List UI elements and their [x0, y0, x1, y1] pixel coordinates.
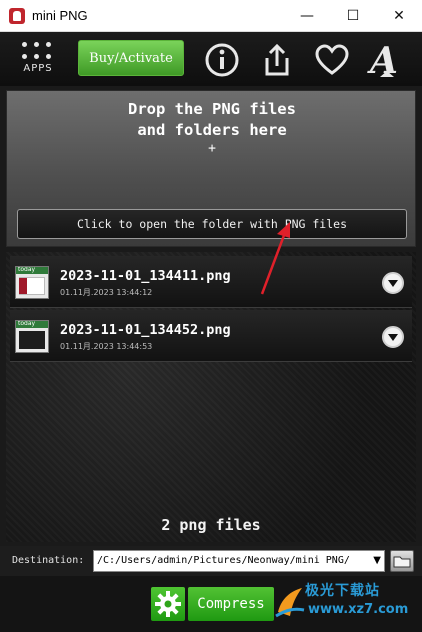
destination-select[interactable]: /C:/Users/admin/Pictures/Neonway/mini PN… [93, 550, 385, 572]
drop-instructions: Drop the PNG files and folders here [7, 99, 417, 141]
file-name: 2023-11-01_134452.png [60, 322, 231, 338]
file-count: 2 png files [161, 516, 261, 534]
window-title: mini PNG [32, 8, 88, 23]
file-thumbnail: today [15, 320, 49, 353]
file-row[interactable]: today 2023-11-01_134452.png 01.11月.2023 … [10, 310, 412, 362]
plus-icon: + [208, 141, 216, 156]
share-icon[interactable] [258, 41, 296, 79]
destination-label: Destination: [12, 555, 85, 566]
maximize-button[interactable]: ☐ [330, 0, 376, 32]
open-folder-button[interactable]: Click to open the folder with PNG files [17, 209, 407, 239]
file-row[interactable]: today 2023-11-01_134411.png 01.11月.2023 … [10, 256, 412, 308]
minimize-button[interactable]: — [284, 0, 330, 32]
watermark-url: www.xz7.com [308, 602, 409, 617]
title-bar: mini PNG — ☐ ✕ [0, 0, 422, 32]
apps-label: APPS [23, 63, 53, 74]
drop-zone[interactable]: Drop the PNG files and folders here + Cl… [6, 90, 416, 247]
apps-button[interactable]: APPS [18, 40, 58, 80]
row-dropdown-icon[interactable] [382, 326, 404, 348]
watermark-title: 极光下载站 [305, 583, 380, 599]
apps-grid-icon [22, 42, 52, 62]
drop-line-1: Drop the PNG files [128, 100, 296, 118]
browse-folder-button[interactable] [390, 550, 414, 572]
file-date: 01.11月.2023 13:44:12 [60, 288, 153, 297]
app-logo-icon [9, 7, 25, 24]
font-icon[interactable]: A [366, 41, 408, 79]
watermark: 极光下载站 www.xz7.com [268, 576, 418, 632]
svg-text:A: A [367, 41, 398, 79]
chevron-down-icon: ▼ [373, 555, 381, 566]
compress-button[interactable]: Compress [188, 587, 274, 621]
heart-icon[interactable] [313, 41, 351, 79]
row-dropdown-icon[interactable] [382, 272, 404, 294]
destination-bar: Destination: /C:/Users/admin/Pictures/Ne… [0, 546, 422, 576]
annotation-arrow [260, 222, 290, 295]
file-name: 2023-11-01_134411.png [60, 268, 231, 284]
bottom-bar: Compress 极光下载站 www.xz7.com [0, 576, 422, 632]
file-thumbnail: today [15, 266, 49, 299]
close-button[interactable]: ✕ [376, 0, 422, 32]
drop-line-2: and folders here [137, 121, 287, 139]
window-controls: — ☐ ✕ [284, 0, 422, 32]
toolbar: APPS Buy/Activate A [0, 32, 422, 86]
folder-icon [393, 556, 411, 568]
buy-activate-button[interactable]: Buy/Activate [78, 40, 184, 76]
file-list: today 2023-11-01_134411.png 01.11月.2023 … [6, 252, 416, 542]
watermark-logo-icon [275, 588, 305, 618]
file-date: 01.11月.2023 13:44:53 [60, 342, 153, 351]
info-icon[interactable] [203, 41, 241, 79]
settings-button[interactable] [151, 587, 185, 621]
gear-icon [155, 591, 181, 617]
destination-path: /C:/Users/admin/Pictures/Neonway/mini PN… [97, 555, 350, 566]
